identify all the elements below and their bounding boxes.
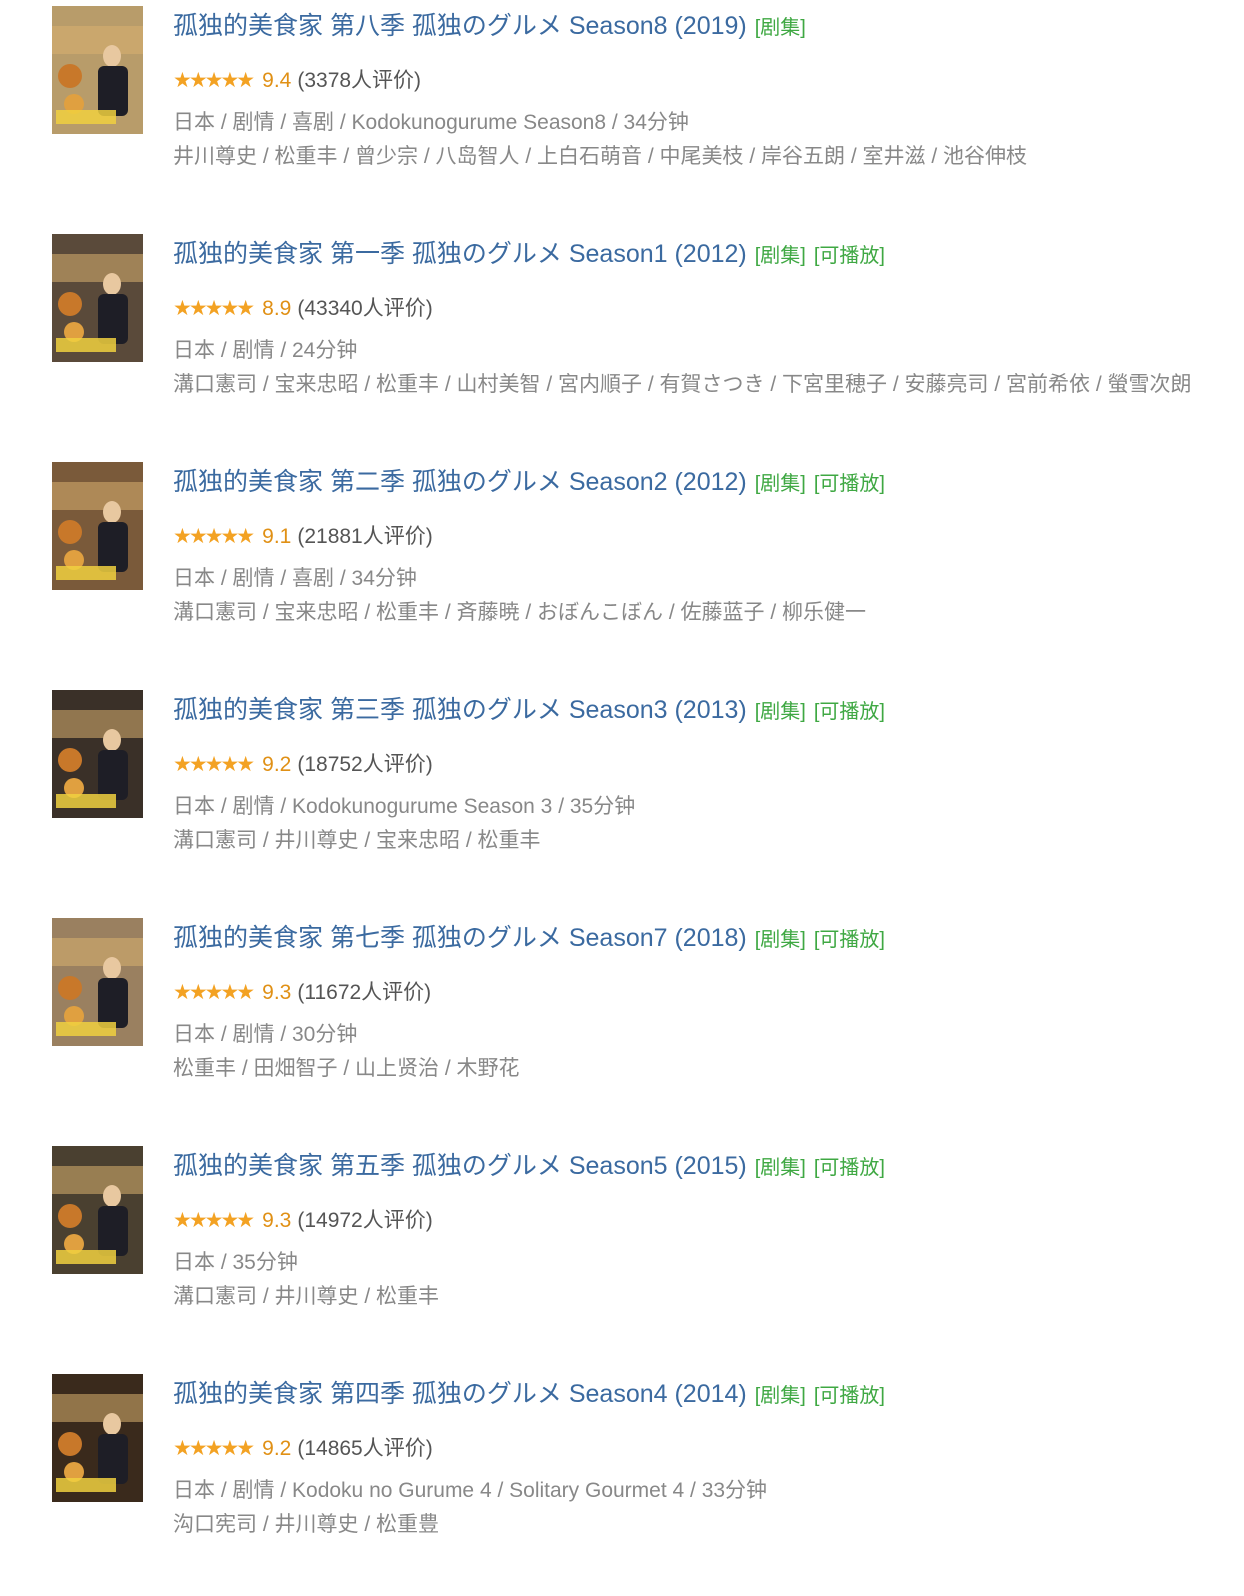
title-link[interactable]: 孤独的美食家 第二季 孤独のグルメ Season2 (2012) [173,468,747,496]
meta-info: 日本 / 剧情 / 30分钟 [173,1023,358,1046]
vote-count: (18752人评价) [297,753,433,776]
rating-line: ★★★★★ 9.2 (14865人评价) [173,1432,433,1466]
title-link[interactable]: 孤独的美食家 第一季 孤独のグルメ Season1 (2012) [173,240,747,268]
tag-playable[interactable]: [可播放] [814,1157,885,1179]
poster-image[interactable] [52,6,143,134]
rating-score: 9.3 [262,981,292,1004]
poster-image[interactable] [52,234,143,362]
tag-series[interactable]: [剧集] [755,245,806,267]
meta-info: 日本 / 剧情 / 24分钟 [173,339,358,362]
star-rating-icon: ★★★★★ [173,1437,255,1460]
tag-playable[interactable]: [可播放] [814,245,885,267]
title-line: 孤独的美食家 第三季 孤独のグルメ Season3 (2013) [剧集] [可播放… [173,692,885,730]
rating-line: ★★★★★ 9.2 (18752人评价) [173,748,433,782]
cast-list: 溝口憲司 / 井川尊史 / 松重丰 [173,1285,440,1308]
meta-info: 日本 / 剧情 / 喜剧 / 34分钟 [173,567,417,590]
rating-line: ★★★★★ 9.3 (14972人评价) [173,1204,433,1238]
poster-image[interactable] [52,918,143,1046]
vote-count: (14865人评价) [297,1437,433,1460]
rating-line: ★★★★★ 9.3 (11672人评价) [173,976,431,1010]
meta-info: 日本 / 剧情 / Kodokunogurume Season 3 / 35分钟 [173,795,636,818]
meta-info: 日本 / 剧情 / 喜剧 / Kodokunogurume Season8 / … [173,111,689,134]
tag-series[interactable]: [剧集] [755,929,806,951]
star-rating-icon: ★★★★★ [173,1209,255,1232]
title-link[interactable]: 孤独的美食家 第七季 孤独のグルメ Season7 (2018) [173,924,747,952]
result-item: 孤独的美食家 第七季 孤独のグルメ Season7 (2018) [剧集] [可播放… [0,912,1244,1140]
tag-playable[interactable]: [可播放] [814,473,885,495]
rating-score: 9.3 [262,1209,292,1232]
poster-image[interactable] [52,462,143,590]
star-rating-icon: ★★★★★ [173,69,255,92]
cast-list: 溝口憲司 / 宝来忠昭 / 松重丰 / 山村美智 / 宮内順子 / 有賀さつき … [173,373,1192,396]
star-rating-icon: ★★★★★ [173,525,255,548]
tag-playable[interactable]: [可播放] [814,1385,885,1407]
meta-info: 日本 / 剧情 / Kodoku no Gurume 4 / Solitary … [173,1479,768,1502]
vote-count: (43340人评价) [297,297,433,320]
rating-score: 9.2 [262,753,292,776]
cast-list: 溝口憲司 / 宝来忠昭 / 松重丰 / 斉藤暁 / おぼんこぼん / 佐藤蓝子 … [173,601,867,624]
tag-playable[interactable]: [可播放] [814,929,885,951]
rating-score: 9.2 [262,1437,292,1460]
result-item: 孤独的美食家 第三季 孤独のグルメ Season3 (2013) [剧集] [可播放… [0,684,1244,912]
tag-playable[interactable]: [可播放] [814,701,885,723]
poster-image[interactable] [52,690,143,818]
rating-score: 9.4 [262,69,292,92]
rating-line: ★★★★★ 9.4 (3378人评价) [173,64,421,98]
title-line: 孤独的美食家 第七季 孤独のグルメ Season7 (2018) [剧集] [可播放… [173,920,885,958]
title-link[interactable]: 孤独的美食家 第四季 孤独のグルメ Season4 (2014) [173,1380,747,1408]
title-link[interactable]: 孤独的美食家 第三季 孤独のグルメ Season3 (2013) [173,696,747,724]
cast-list: 溝口憲司 / 井川尊史 / 宝来忠昭 / 松重丰 [173,829,541,852]
rating-line: ★★★★★ 9.1 (21881人评价) [173,520,433,554]
title-line: 孤独的美食家 第八季 孤独のグルメ Season8 (2019) [剧集] [173,8,806,46]
star-rating-icon: ★★★★★ [173,981,255,1004]
result-item: 孤独的美食家 第五季 孤独のグルメ Season5 (2015) [剧集] [可播放… [0,1140,1244,1368]
star-rating-icon: ★★★★★ [173,753,255,776]
result-item: 孤独的美食家 第二季 孤独のグルメ Season2 (2012) [剧集] [可播放… [0,456,1244,684]
poster-image[interactable] [52,1146,143,1274]
vote-count: (11672人评价) [297,981,432,1004]
tag-series[interactable]: [剧集] [755,1385,806,1407]
result-item: 孤独的美食家 第八季 孤独のグルメ Season8 (2019) [剧集] ★★★★… [0,0,1244,228]
title-link[interactable]: 孤独的美食家 第八季 孤独のグルメ Season8 (2019) [173,12,747,40]
title-link[interactable]: 孤独的美食家 第五季 孤独のグルメ Season5 (2015) [173,1152,747,1180]
vote-count: (3378人评价) [297,69,422,92]
poster-image[interactable] [52,1374,143,1502]
vote-count: (14972人评价) [297,1209,433,1232]
cast-list: 松重丰 / 田畑智子 / 山上贤治 / 木野花 [173,1057,520,1080]
rating-line: ★★★★★ 8.9 (43340人评价) [173,292,433,326]
search-results-list: 孤独的美食家 第八季 孤独のグルメ Season8 (2019) [剧集] ★★★★… [0,0,1244,1538]
tag-series[interactable]: [剧集] [755,701,806,723]
title-line: 孤独的美食家 第五季 孤独のグルメ Season5 (2015) [剧集] [可播放… [173,1148,885,1186]
star-rating-icon: ★★★★★ [173,297,255,320]
cast-list: 井川尊史 / 松重丰 / 曾少宗 / 八岛智人 / 上白石萌音 / 中尾美枝 /… [173,145,1028,168]
title-line: 孤独的美食家 第二季 孤独のグルメ Season2 (2012) [剧集] [可播放… [173,464,885,502]
tag-series[interactable]: [剧集] [755,17,806,39]
rating-score: 8.9 [262,297,292,320]
result-item: 孤独的美食家 第四季 孤独のグルメ Season4 (2014) [剧集] [可播放… [0,1368,1244,1596]
title-line: 孤独的美食家 第一季 孤独のグルメ Season1 (2012) [剧集] [可播放… [173,236,885,274]
meta-info: 日本 / 35分钟 [173,1251,298,1274]
rating-score: 9.1 [262,525,292,548]
result-item: 孤独的美食家 第一季 孤独のグルメ Season1 (2012) [剧集] [可播放… [0,228,1244,456]
vote-count: (21881人评价) [297,525,433,548]
tag-series[interactable]: [剧集] [755,473,806,495]
cast-list: 沟口宪司 / 井川尊史 / 松重豊 [173,1513,440,1536]
tag-series[interactable]: [剧集] [755,1157,806,1179]
title-line: 孤独的美食家 第四季 孤独のグルメ Season4 (2014) [剧集] [可播放… [173,1376,885,1414]
